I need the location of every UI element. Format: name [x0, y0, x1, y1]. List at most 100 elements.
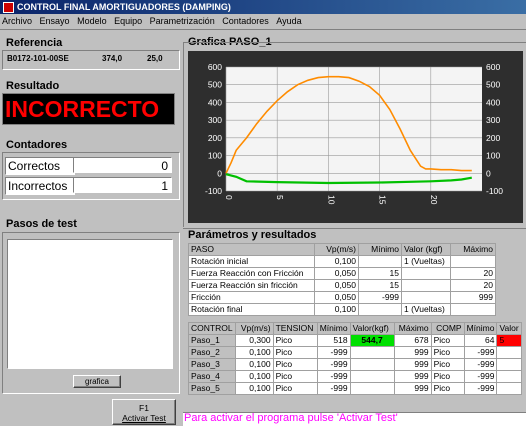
params-title: Parámetros y resultados — [188, 229, 317, 241]
control-cell: -999 — [463, 382, 498, 395]
menu-equipo[interactable]: Equipo — [114, 16, 142, 26]
control-cell: Pico — [272, 334, 318, 347]
menu-ayuda[interactable]: Ayuda — [276, 16, 301, 26]
y-tick-right: 0 — [486, 168, 491, 178]
control-cell — [349, 382, 395, 395]
control-cell: Pico — [272, 346, 318, 359]
control-row[interactable]: Paso_2 0,100 Pico -999 999 Pico -999 — [188, 346, 522, 359]
params-table: PASO Vp(m/s) Mínimo Valor (kgf) Máximo R… — [188, 243, 496, 316]
control-header-minimo: Mínimo — [316, 322, 351, 335]
control-header-minimo-comp: Mínimo — [463, 322, 498, 335]
referencia-value-1: 374,0 — [102, 54, 123, 63]
control-cell — [349, 358, 395, 371]
y-tick-right: 300 — [486, 115, 500, 125]
control-cell: Pico — [272, 382, 318, 395]
contadores-panel: Correctos 0 Incorrectos 1 — [2, 152, 180, 200]
referencia-panel: B0172-101-00SE 374,0 25,0 — [2, 50, 180, 70]
control-cell: 544,7 — [349, 334, 395, 347]
params-cell — [450, 303, 496, 316]
menu-parametrizacion[interactable]: Parametrización — [150, 16, 215, 26]
control-header-tension: TENSION — [272, 322, 318, 335]
control-cell: Paso_2 — [188, 346, 236, 359]
control-cell: 678 — [393, 334, 432, 347]
params-cell: Fuerza Reacción sin fricción — [188, 279, 315, 292]
control-cell: 999 — [393, 358, 432, 371]
params-cell: 15 — [358, 279, 402, 292]
control-row[interactable]: Paso_5 0,100 Pico -999 999 Pico -999 — [188, 382, 522, 395]
y-tick-left: 400 — [208, 97, 222, 107]
params-row[interactable]: Rotación inicial 0,100 1 (Vueltas) — [188, 255, 496, 268]
control-cell: Pico — [430, 382, 465, 395]
control-cell: -999 — [463, 358, 498, 371]
x-tick: 15 — [378, 195, 388, 205]
control-cell: 0,100 — [234, 358, 274, 371]
grafica-button[interactable]: grafica — [73, 375, 121, 388]
params-cell: 0,050 — [314, 291, 359, 304]
params-header-minimo: Mínimo — [358, 243, 402, 256]
control-cell: 0,100 — [234, 382, 274, 395]
control-cell: 999 — [393, 382, 432, 395]
params-header-maximo: Máximo — [450, 243, 496, 256]
graph-area: 600 600 500 500 400 400 300 300 200 200 100 100 0 0 -1… — [188, 51, 523, 223]
y-tick-right: 500 — [486, 80, 500, 90]
params-row[interactable]: Fuerza Reacción sin fricción 0,050 15 20 — [188, 279, 496, 292]
params-row[interactable]: Rotación final 0,100 1 (Vueltas) — [188, 303, 496, 316]
control-cell: 0,100 — [234, 370, 274, 383]
line-chart: 600 600500 500400 400300 300200 200100 1000 0-1… — [205, 62, 503, 205]
referencia-code: B0172-101-00SE — [7, 54, 69, 63]
control-row[interactable]: Paso_4 0,100 Pico -999 999 Pico -999 — [188, 370, 522, 383]
y-tick-right: 200 — [486, 133, 500, 143]
correctos-label: Correctos — [5, 157, 75, 175]
control-cell: -999 — [316, 382, 351, 395]
params-cell: 1 (Vueltas) — [401, 303, 451, 316]
control-cell: Paso_4 — [188, 370, 236, 383]
window-titlebar[interactable]: CONTROL FINAL AMORTIGUADORES (DAMPING) — [0, 0, 526, 14]
params-cell: 15 — [358, 267, 402, 280]
pasos-list[interactable] — [7, 239, 173, 369]
params-cell: 20 — [450, 279, 496, 292]
control-header-control: CONTROL — [188, 322, 236, 335]
control-cell: 64 — [463, 334, 498, 347]
x-tick: 20 — [429, 195, 439, 205]
x-tick: 10 — [326, 195, 336, 205]
params-cell — [358, 255, 402, 268]
params-row[interactable]: Fricción 0,050 -999 999 — [188, 291, 496, 304]
control-row[interactable]: Paso_1 0,300 Pico 518 544,7 678 Pico 64 5 — [188, 334, 522, 347]
correctos-count: 0 — [73, 157, 172, 173]
control-header-valor: Valor(kgf) — [349, 322, 395, 335]
incorrectos-label: Incorrectos — [5, 177, 75, 195]
referencia-label: Referencia — [6, 37, 63, 49]
control-header-maximo: Máximo — [393, 322, 432, 335]
params-row[interactable]: Fuerza Reacción con Fricción 0,050 15 20 — [188, 267, 496, 280]
control-cell: -999 — [463, 346, 498, 359]
f1-key-label: F1 — [139, 403, 149, 413]
y-tick-right: 400 — [486, 97, 500, 107]
control-cell: -999 — [316, 358, 351, 371]
control-row[interactable]: Paso_3 0,100 Pico -999 999 Pico -999 — [188, 358, 522, 371]
params-cell — [401, 279, 451, 292]
activar-test-button[interactable]: F1 Activar Test — [112, 399, 176, 425]
params-cell: 0,100 — [314, 255, 359, 268]
y-tick-right: 600 — [486, 62, 500, 72]
params-cell — [401, 291, 451, 304]
params-cell: 0,050 — [314, 279, 359, 292]
resultado-display: INCORRECTO — [2, 93, 175, 125]
status-bar: Para activar el programa pulse 'Activar … — [183, 412, 526, 426]
contadores-label: Contadores — [6, 139, 68, 151]
window-title: CONTROL FINAL AMORTIGUADORES (DAMPING) — [17, 2, 231, 12]
activar-test-label: Activar Test — [122, 413, 166, 423]
menu-modelo[interactable]: Modelo — [77, 16, 107, 26]
y-tick-left: 0 — [217, 168, 222, 178]
params-cell: Rotación inicial — [188, 255, 315, 268]
control-cell: Pico — [272, 358, 318, 371]
menu-ensayo[interactable]: Ensayo — [40, 16, 70, 26]
menu-archivo[interactable]: Archivo — [2, 16, 32, 26]
y-tick-left: 200 — [208, 133, 222, 143]
control-header-comp: COMP — [430, 322, 465, 335]
pasos-label: Pasos de test — [6, 218, 77, 230]
referencia-value-2: 25,0 — [147, 54, 163, 63]
control-cell: Paso_3 — [188, 358, 236, 371]
menu-contadores[interactable]: Contadores — [222, 16, 269, 26]
y-tick-left: 100 — [208, 151, 222, 161]
params-cell: Fuerza Reacción con Fricción — [188, 267, 315, 280]
